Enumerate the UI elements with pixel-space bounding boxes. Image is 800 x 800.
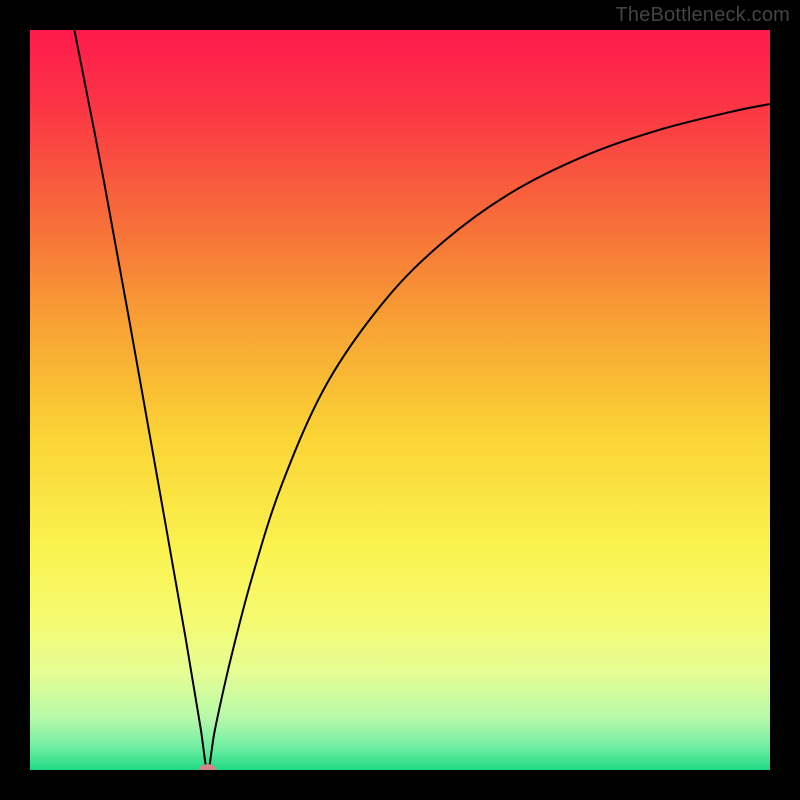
plot-svg <box>30 30 770 770</box>
chart-frame: TheBottleneck.com <box>0 0 800 800</box>
watermark-text: TheBottleneck.com <box>615 4 790 27</box>
bottleneck-curve-plot <box>30 30 770 770</box>
plot-background <box>30 30 770 770</box>
